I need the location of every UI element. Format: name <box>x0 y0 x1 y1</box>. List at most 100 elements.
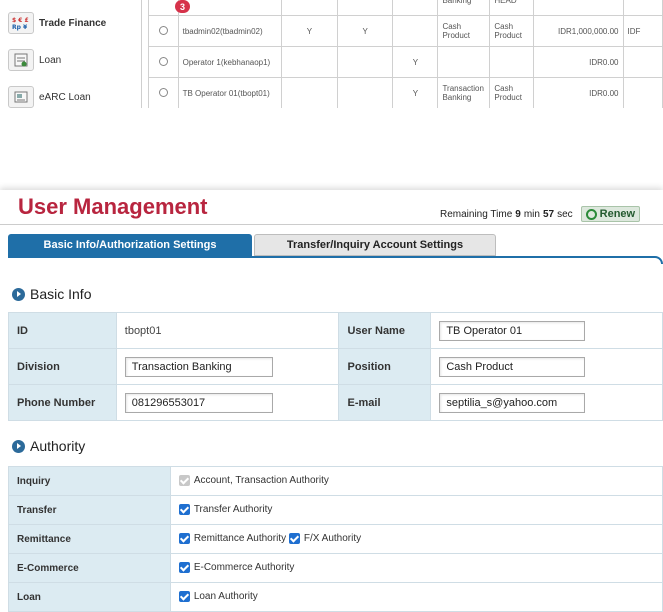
checkbox-loan[interactable] <box>178 591 190 603</box>
table-cell <box>437 46 491 78</box>
table-cell: IDF <box>622 15 663 47</box>
table-cell <box>489 46 535 78</box>
minutes-value: 9 <box>515 208 521 220</box>
table-cell <box>392 15 439 47</box>
section-arrow-icon <box>12 439 25 453</box>
renew-button[interactable]: Renew <box>580 206 641 222</box>
table-cell <box>622 46 663 78</box>
sidebar-divider <box>141 0 142 108</box>
checkbox-label: E-Commerce Authority <box>193 562 295 574</box>
table-cell <box>281 46 338 78</box>
division-field[interactable]: Transaction Banking <box>124 356 273 377</box>
section-arrow-icon <box>12 287 25 301</box>
table-cell <box>336 77 394 108</box>
table-cell: HEAD <box>489 0 535 16</box>
row-radio[interactable] <box>158 25 168 35</box>
sidebar-item-label: Loan <box>39 54 62 66</box>
section-title: Authority <box>30 438 86 454</box>
sidebar-item-trade-finance[interactable]: $ € £ Rp ¥ Trade Finance <box>8 8 106 38</box>
loan-icon <box>8 49 34 71</box>
table-row: Division Transaction Banking Position Ca… <box>8 348 663 385</box>
min-label: min <box>523 208 540 220</box>
table-cell <box>281 77 338 108</box>
checkbox-inquiry <box>178 475 190 487</box>
remittance-label: Remittance <box>8 524 171 554</box>
table-cell <box>622 77 663 108</box>
sidebar-item-label: Trade Finance <box>39 17 107 29</box>
table-cell: Y <box>392 46 439 78</box>
background-page-strip: $ € £ Rp ¥ Trade Finance Loan eARC Loan B… <box>0 0 663 108</box>
checkbox-remittance[interactable] <box>178 533 190 545</box>
position-label: Position <box>338 348 432 385</box>
division-label: Division <box>8 348 117 385</box>
clock-icon <box>585 208 597 220</box>
checkbox-label: F/X Authority <box>303 533 362 545</box>
header-divider <box>0 224 663 225</box>
table-cell: Banking <box>437 0 491 16</box>
table-row[interactable]: tbadmin02(tbadmin02) Y Y Cash Product Ca… <box>148 15 663 47</box>
tab-transfer-inquiry[interactable]: Transfer/Inquiry Account Settings <box>254 234 496 256</box>
row-radio[interactable] <box>158 87 168 97</box>
authority-table: Inquiry Account, Transaction Authority T… <box>8 466 663 612</box>
table-row[interactable]: TB Operator 01(tbopt01) Y Transaction Ba… <box>148 77 663 108</box>
sec-label: sec <box>557 208 573 220</box>
table-cell: IDR0.00 <box>533 46 624 78</box>
svg-text:Rp ¥: Rp ¥ <box>12 24 28 31</box>
table-row: Transfer Transfer Authority <box>8 495 663 525</box>
checkbox-label: Loan Authority <box>193 591 258 603</box>
checkbox-label: Account, Transaction Authority <box>193 475 329 487</box>
renew-label: Renew <box>599 208 636 220</box>
checkbox-fx[interactable] <box>288 533 300 545</box>
step-badge: 3 <box>175 0 190 13</box>
sidebar-item-loan[interactable]: Loan <box>8 45 61 75</box>
page-title: User Management <box>18 194 208 219</box>
table-row: ID tbopt01 User Name TB Operator 01 <box>8 312 663 349</box>
table-cell: Transaction Banking <box>437 77 491 108</box>
earc-loan-icon <box>8 86 34 108</box>
id-label: ID <box>8 312 117 349</box>
table-cell: Y <box>392 77 439 108</box>
row-radio[interactable] <box>158 56 168 66</box>
sidebar: $ € £ Rp ¥ Trade Finance Loan eARC Loan <box>0 0 140 108</box>
email-field[interactable]: septilia_s@yahoo.com <box>439 392 586 413</box>
position-field[interactable]: Cash Product <box>439 356 586 377</box>
table-cell: Cash Product <box>437 15 491 47</box>
table-cell <box>336 46 394 78</box>
tab-basic-info[interactable]: Basic Info/Authorization Settings <box>8 234 252 256</box>
table-cell: Cash Product <box>489 15 535 47</box>
table-cell: tbadmin02(tbadmin02) <box>177 15 283 47</box>
phone-number-label: Phone Number <box>8 384 117 421</box>
table-row: Loan Loan Authority <box>8 582 663 612</box>
checkbox-ecommerce[interactable] <box>178 562 190 574</box>
checkbox-transfer[interactable] <box>178 504 190 516</box>
basic-info-table: ID tbopt01 User Name TB Operator 01 Divi… <box>8 312 663 421</box>
ecommerce-label: E-Commerce <box>8 553 171 583</box>
table-cell: Y <box>281 15 338 47</box>
sidebar-item-label: eARC Loan <box>39 91 91 103</box>
basic-info-heading: Basic Info <box>12 286 91 302</box>
user-name-field[interactable]: TB Operator 01 <box>439 320 586 341</box>
phone-number-field[interactable]: 081296553017 <box>124 392 273 413</box>
loan-label: Loan <box>8 582 171 612</box>
authority-heading: Authority <box>12 438 85 454</box>
user-management-panel: User Management Remaining Time 9 min 57 … <box>0 190 663 612</box>
session-timer: Remaining Time 9 min 57 sec Renew <box>440 206 641 222</box>
user-name-label: User Name <box>338 312 432 349</box>
table-cell: Y <box>336 15 394 47</box>
email-label: E-mail <box>338 384 432 421</box>
table-cell: IDR0.00 <box>533 77 624 108</box>
table-cell: IDR1,000,000.00 <box>533 15 624 47</box>
remaining-time-label: Remaining Time <box>440 208 513 220</box>
table-row: Banking HEAD <box>148 0 663 16</box>
table-row: Inquiry Account, Transaction Authority <box>8 466 663 496</box>
inquiry-label: Inquiry <box>8 466 171 496</box>
table-cell: Cash Product <box>489 77 535 108</box>
table-row[interactable]: Operator 1(kebhanaop1) Y IDR0.00 <box>148 46 663 78</box>
checkbox-label: Transfer Authority <box>193 504 273 516</box>
sidebar-item-earc-loan[interactable]: eARC Loan <box>8 82 91 108</box>
table-row: Phone Number 081296553017 E-mail septili… <box>8 384 663 421</box>
table-cell: Operator 1(kebhanaop1) <box>177 46 283 78</box>
checkbox-label: Remittance Authority <box>193 533 287 545</box>
transfer-label: Transfer <box>8 495 171 525</box>
section-title: Basic Info <box>30 286 92 302</box>
